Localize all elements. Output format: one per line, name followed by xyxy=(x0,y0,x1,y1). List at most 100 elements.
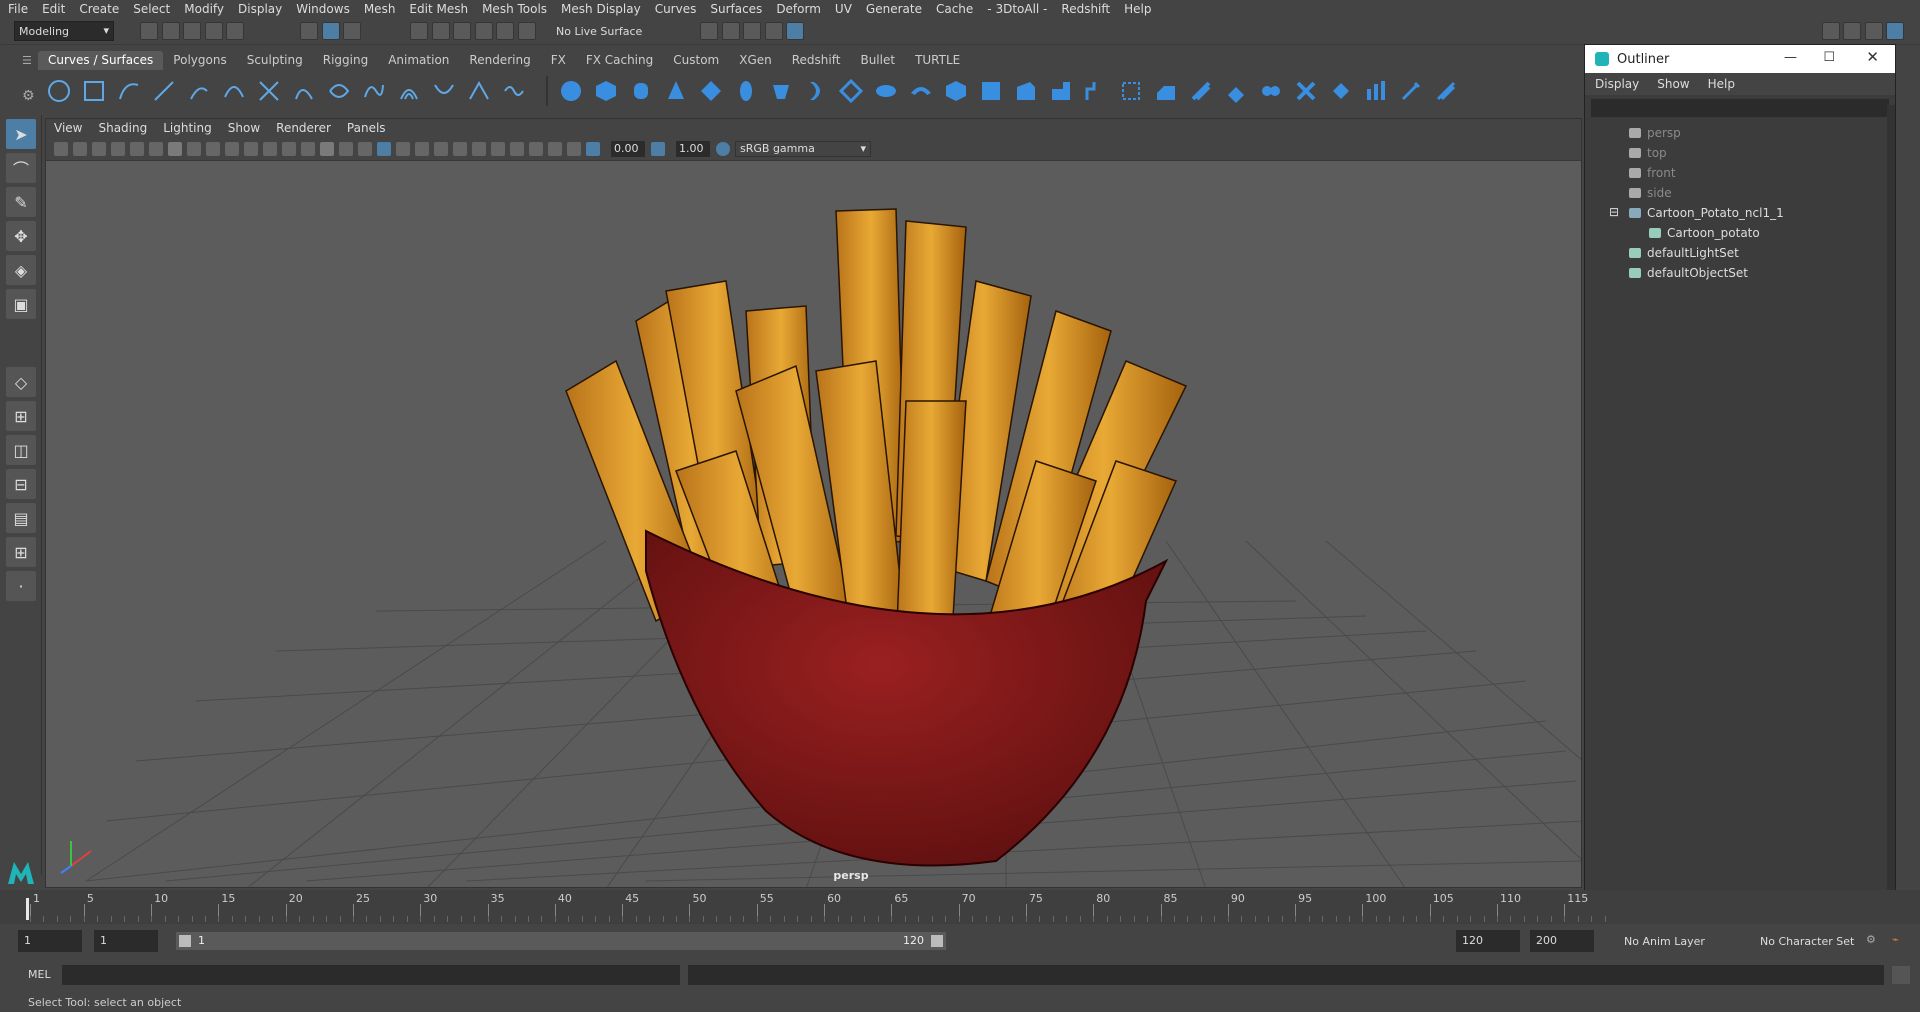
shelf-tab[interactable]: Rendering xyxy=(459,51,540,70)
shelf-tab[interactable]: Animation xyxy=(378,51,459,70)
motion-blur-icon[interactable] xyxy=(453,141,467,156)
outliner-menu-item[interactable]: Show xyxy=(1657,77,1689,91)
extend-surfaces-icon[interactable] xyxy=(1363,78,1389,104)
viewport-panel[interactable]: View Shading Lighting Show Renderer Panels 0.… xyxy=(45,118,1582,888)
nurbs-cube-icon[interactable] xyxy=(593,78,619,104)
snap-grid-icon[interactable] xyxy=(410,22,428,40)
range-end-handle[interactable] xyxy=(931,935,943,947)
menu-item[interactable]: File xyxy=(8,2,28,16)
exposure-icon[interactable] xyxy=(586,141,600,156)
loft-icon[interactable] xyxy=(803,78,829,104)
toggle-channel-box-icon[interactable] xyxy=(1843,22,1861,40)
film-gate-icon[interactable] xyxy=(187,141,201,156)
colorspace-dropdown[interactable]: sRGB gamma ▾ xyxy=(735,140,871,157)
menu-item[interactable]: Generate xyxy=(866,2,922,16)
textured-icon[interactable] xyxy=(358,141,372,156)
cv-curve-tool-icon[interactable] xyxy=(116,78,142,104)
character-set-dropdown[interactable]: No Character Set xyxy=(1756,931,1860,951)
workspace-icon[interactable] xyxy=(1821,22,1840,40)
scene-canvas[interactable]: persp xyxy=(46,161,1582,888)
outliner-search-input[interactable] xyxy=(1591,99,1889,117)
shelf-tab[interactable]: FX xyxy=(541,51,576,70)
expand-toggle-icon[interactable]: ⊟ xyxy=(1609,205,1619,219)
menu-item[interactable]: Redshift xyxy=(1061,2,1110,16)
time-slider[interactable]: 1 5 10 15 20 25 30 35 40 45 50 55 60 65 70 75 80 85 90 95 10… xyxy=(0,890,1920,924)
add-points-icon[interactable] xyxy=(501,78,527,104)
menu-item[interactable]: Create xyxy=(79,2,119,16)
scale-tool-icon[interactable]: ▣ xyxy=(6,289,36,319)
shelf-tab[interactable]: FX Caching xyxy=(576,51,663,70)
bevel-icon[interactable] xyxy=(1013,78,1039,104)
shelf-tab[interactable]: TURTLE xyxy=(905,51,970,70)
snap-point-icon[interactable] xyxy=(453,22,471,40)
select-component-icon[interactable] xyxy=(343,22,361,40)
toggle-attribute-editor-icon[interactable] xyxy=(1864,22,1883,40)
shelf-menu-icon[interactable]: ☰ xyxy=(22,54,34,67)
bevel-plus-icon[interactable] xyxy=(1048,78,1074,104)
viewport-menu-item[interactable]: Panels xyxy=(347,121,386,135)
layout-outliner-icon[interactable]: ▤ xyxy=(6,503,36,533)
outliner-vscrollbar[interactable] xyxy=(1887,105,1895,915)
2d-pan-zoom-icon[interactable] xyxy=(130,141,144,156)
safe-title-icon[interactable] xyxy=(282,141,296,156)
nurbs-sphere-icon[interactable] xyxy=(558,78,584,104)
pencil-curve-icon[interactable] xyxy=(186,78,212,104)
menu-item[interactable]: Cache xyxy=(936,2,973,16)
outliner-item[interactable]: side xyxy=(1629,183,1672,203)
outliner-item[interactable]: front xyxy=(1629,163,1676,183)
menu-item[interactable]: - 3DtoAll - xyxy=(987,2,1047,16)
shelf-tab[interactable]: Rigging xyxy=(313,51,378,70)
open-scene-icon[interactable] xyxy=(161,22,180,40)
snap-live-icon[interactable] xyxy=(496,22,514,40)
exposure-field[interactable]: 0.00 xyxy=(611,140,645,157)
menu-item[interactable]: Mesh xyxy=(364,2,396,16)
max-time-field[interactable]: 200 xyxy=(1530,930,1594,952)
outliner-item[interactable]: top xyxy=(1629,143,1667,163)
end-time-field[interactable]: 120 xyxy=(1456,930,1520,952)
layout-single-icon[interactable]: ◇ xyxy=(6,367,36,397)
shelf-tab[interactable]: Redshift xyxy=(782,51,851,70)
menu-item[interactable]: Mesh Display xyxy=(561,2,641,16)
xray-joints-icon[interactable] xyxy=(548,141,562,156)
shelf-tab[interactable]: Polygons xyxy=(163,51,236,70)
attach-curves-icon[interactable] xyxy=(256,78,282,104)
auto-key-icon[interactable]: ⌁ xyxy=(1892,933,1899,946)
boundary-icon[interactable] xyxy=(943,78,969,104)
outliner-item[interactable]: defaultObjectSet xyxy=(1629,263,1748,283)
anim-prefs-icon[interactable]: ⚙ xyxy=(1866,933,1876,946)
gate-mask-icon[interactable] xyxy=(225,141,239,156)
revolve-icon[interactable] xyxy=(768,78,794,104)
viewport-menu-item[interactable]: Show xyxy=(228,121,260,135)
reverse-curve-icon[interactable] xyxy=(431,78,457,104)
viewport-menu-item[interactable]: Lighting xyxy=(163,121,212,135)
intersect-icon[interactable] xyxy=(1118,78,1144,104)
move-tool-icon[interactable]: ✥ xyxy=(6,221,36,251)
use-all-lights-icon[interactable] xyxy=(396,141,410,156)
shelf-tab[interactable]: Bullet xyxy=(850,51,905,70)
menu-item[interactable]: UV xyxy=(835,2,852,16)
outliner-item[interactable]: persp xyxy=(1629,123,1681,143)
arc-tool-icon[interactable] xyxy=(221,78,247,104)
safe-action-icon[interactable] xyxy=(263,141,277,156)
gamma-icon[interactable] xyxy=(651,141,665,156)
offset-curve-icon[interactable] xyxy=(396,78,422,104)
paint-select-tool-icon[interactable]: ✎ xyxy=(6,187,36,217)
menu-item[interactable]: Windows xyxy=(296,2,350,16)
trim-tool-icon[interactable] xyxy=(1153,78,1179,104)
shelf-tab[interactable]: Custom xyxy=(663,51,729,70)
close-icon[interactable]: ✕ xyxy=(1866,48,1879,66)
nurbs-cone-icon[interactable] xyxy=(663,78,689,104)
isolate-select-icon[interactable] xyxy=(510,141,524,156)
outliner-item[interactable]: Cartoon_Potato_ncl1_1 xyxy=(1629,203,1784,223)
birail-icon[interactable] xyxy=(908,78,934,104)
nurbs-circle-icon[interactable] xyxy=(46,78,72,104)
menu-item[interactable]: Curves xyxy=(655,2,697,16)
mel-language-toggle[interactable]: MEL xyxy=(28,968,51,981)
snap-curve-icon[interactable] xyxy=(431,22,450,40)
detach-surfaces-icon[interactable] xyxy=(1258,78,1284,104)
xray-icon[interactable] xyxy=(529,141,543,156)
menu-item[interactable]: Edit xyxy=(42,2,65,16)
extend-curve-icon[interactable] xyxy=(361,78,387,104)
toggle-outliner-icon[interactable] xyxy=(1886,22,1904,40)
anim-layer-dropdown[interactable]: No Anim Layer xyxy=(1620,931,1744,951)
